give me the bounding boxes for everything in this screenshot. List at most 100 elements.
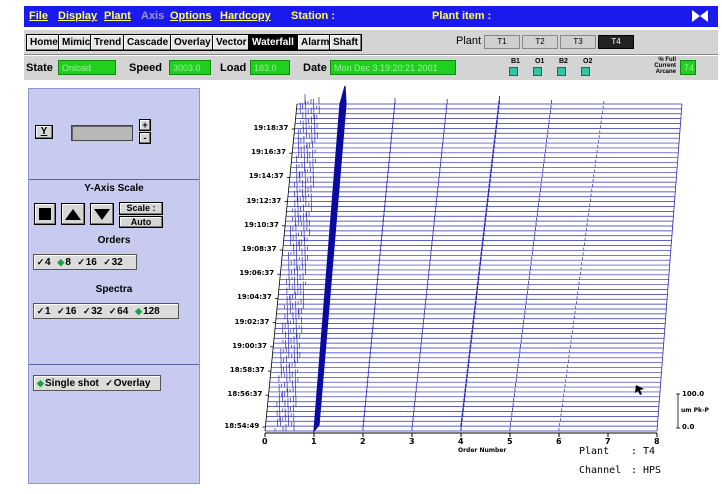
plant-tab-t1[interactable]: T1 [484,35,520,49]
spectra-title: Spectra [95,284,133,295]
load-label: Load [220,62,247,74]
orders-option-4[interactable]: ✓4 [36,255,51,270]
mode-option-group: ◆Single shot ✓Overlay [33,375,161,391]
check-icon: ✓ [36,306,45,316]
current-percent-value: 74 [680,60,696,75]
date-value: Mon Dec 3 19:20:21 2001 [330,60,456,75]
auto-button[interactable]: Auto [119,216,163,228]
home-button[interactable]: Home [26,34,62,51]
plant-info-value: T4 [643,446,656,457]
waterfall-canvas [262,85,683,437]
plant-info-label: Plant [579,446,610,457]
spectra-option-label: 1 [45,306,51,317]
scale-unit-label: um Pk-P [681,407,709,414]
spectra-option-32[interactable]: ✓32 [82,304,102,319]
menu-options[interactable]: Options [170,10,212,22]
time-axis-label: 19:02:37 [234,317,270,326]
mouse-cursor-icon [635,385,644,395]
order-axis-tick-label: 7 [605,437,611,446]
overlay-option[interactable]: ✓Overlay [105,376,150,391]
state-label: State [26,62,53,74]
current-percent-label: % Full Current Arcane [634,57,676,75]
order-1-peak-ridge [313,85,347,433]
y-axis-scale-title: Y-Axis Scale [84,183,144,194]
overlay-button[interactable]: Overlay [170,34,215,51]
check-icon: ✓ [57,306,65,316]
spectra-option-label: 128 [143,306,160,317]
plant-selector-label: Plant [456,35,482,47]
load-value: 183.0 [250,60,290,75]
speed-value: 3003.0 [169,60,211,75]
check-icon: ✓ [108,306,117,316]
channel-info-label: Channel [579,465,622,476]
scale-bottom-label: 0.0 [682,423,695,431]
orders-option-16[interactable]: ✓16 [77,255,97,270]
waterfall-plot: 19:18:37 19:16:37 19:14:37 19:12:37 19:10:37… [200,76,722,494]
divider [29,179,199,180]
scale-button[interactable]: Scale : [119,202,163,215]
spectra-option-label: 64 [117,306,129,317]
increment-button[interactable]: + [139,119,151,131]
menu-axis[interactable]: Axis [141,10,164,22]
close-icon[interactable] [692,10,708,22]
pct-label-line-3: Arcane [655,69,676,75]
time-axis-label: 18:58:37 [229,366,265,374]
order-axis-tick-label: 2 [360,437,366,446]
time-axis-label: 19:08:37 [241,245,277,253]
scale-up-button[interactable] [61,203,85,225]
time-axis-label: 19:16:37 [251,148,286,157]
spectra-option-1[interactable]: ✓1 [36,304,51,319]
plant-tab-t2[interactable]: T2 [522,35,558,49]
mimic-button[interactable]: Mimic [58,34,95,51]
spectra-option-64[interactable]: ✓64 [108,304,128,319]
orders-option-32[interactable]: ✓32 [103,255,122,270]
time-axis-label: 19:00:37 [232,341,268,350]
orders-option-label: 8 [65,257,71,268]
spectra-option-128[interactable]: ◆128 [134,304,160,319]
x-axis-label: Order Number [458,447,507,454]
led-label-o1: O1 [535,58,545,65]
down-arrow-icon [94,209,110,220]
alarm-button[interactable]: Alarm [297,34,334,51]
y-axis-button[interactable]: Y [35,125,53,139]
plant-tab-t4[interactable]: T4 [598,35,634,49]
speed-label: Speed [129,62,163,74]
menu-plant[interactable]: Plant [104,10,131,22]
selected-diamond-icon: ◆ [135,306,143,316]
single-shot-option[interactable]: ◆Single shot [36,376,99,391]
menu-file[interactable]: File [29,10,48,22]
led-o2 [581,67,590,76]
spectra-option-16[interactable]: ✓16 [56,304,76,319]
order-axis-tick-label: 8 [654,437,660,446]
order-axis-tick-label: 5 [507,437,513,446]
spectra-option-label: 32 [91,306,103,317]
y-value-input[interactable] [71,125,133,141]
plant-tab-t3[interactable]: T3 [560,35,596,49]
check-icon: ✓ [105,378,113,388]
spectra-option-label: 16 [65,306,77,317]
divider [29,364,199,365]
orders-title: Orders [97,235,131,246]
menu-hardcopy[interactable]: Hardcopy [220,10,271,22]
time-axis-label: 19:04:37 [236,293,272,302]
order-axis-tick-label: 3 [409,437,415,446]
shaft-button[interactable]: Shaft [329,34,362,51]
led-label-o2: O2 [583,58,593,65]
orders-option-label: 16 [85,257,97,268]
menu-display[interactable]: Display [58,10,97,22]
time-axis-label: 19:10:37 [244,220,279,229]
time-axis-label: 18:54:49 [224,422,260,430]
waterfall-button[interactable]: Waterfall [248,34,298,51]
trend-button[interactable]: Trend [90,34,126,51]
orders-option-8[interactable]: ◆8 [56,255,71,270]
stop-icon [39,208,51,220]
scale-down-button[interactable] [90,203,114,225]
check-icon: ✓ [82,306,91,316]
stop-button[interactable] [34,203,56,225]
decrement-button[interactable]: - [139,132,151,144]
check-icon: ✓ [103,257,111,267]
cascade-button[interactable]: Cascade [123,34,173,51]
order-axis-tick-label: 4 [458,437,464,446]
vector-button[interactable]: Vector [212,34,251,51]
toolbar: Home Mimic Trend Cascade Overlay Vector … [24,30,718,55]
